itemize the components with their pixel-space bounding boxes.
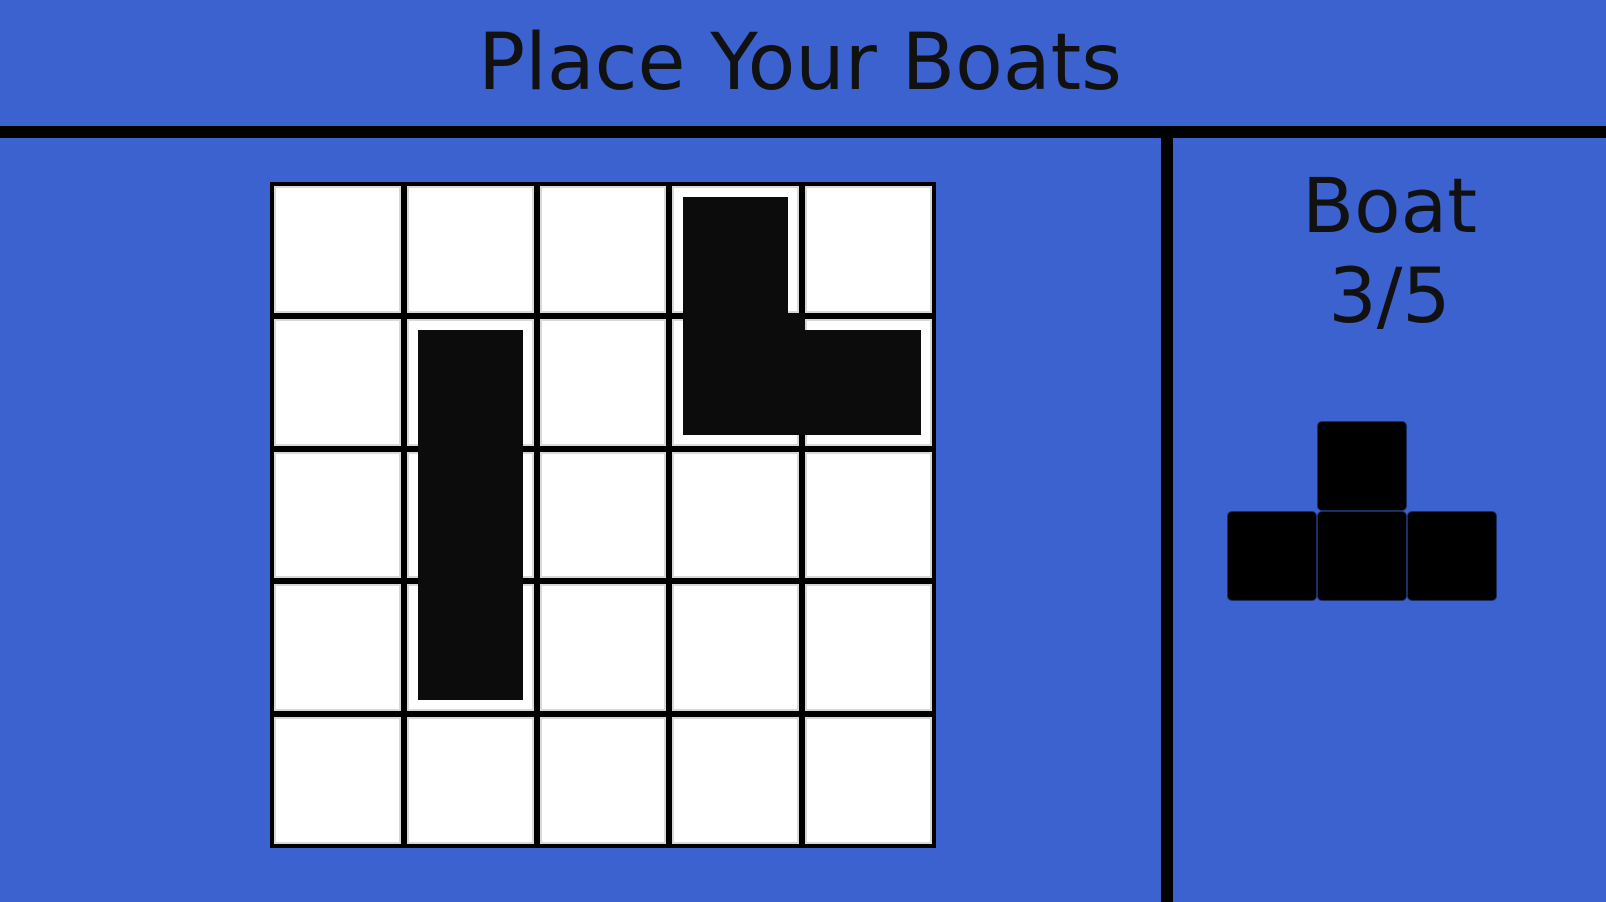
boat-2-segment[interactable] — [799, 329, 921, 435]
boat-1-segment[interactable] — [417, 578, 523, 701]
board-cell-3-4[interactable] — [805, 584, 932, 712]
sidebar: Boat 3/5 — [1173, 138, 1606, 902]
boat-2-segment[interactable] — [683, 197, 789, 319]
preview-boat-cell[interactable] — [1408, 512, 1496, 600]
board-cell-2-2[interactable] — [539, 451, 667, 579]
preview-boat-cell[interactable] — [1318, 512, 1406, 600]
board-cell-4-3[interactable] — [672, 717, 800, 844]
header: Place Your Boats — [0, 0, 1606, 126]
boat-1-segment[interactable] — [417, 329, 523, 452]
board-cell-0-1[interactable] — [406, 186, 534, 313]
board-cell-4-0[interactable] — [274, 717, 401, 844]
board-cell-2-3[interactable] — [672, 451, 800, 579]
board-cell-0-0[interactable] — [274, 186, 401, 313]
boat-2-segment[interactable] — [683, 312, 806, 435]
board-cell-2-0[interactable] — [274, 451, 401, 579]
board-cell-3-2[interactable] — [539, 584, 667, 712]
board-cell-4-1[interactable] — [406, 717, 534, 844]
page-title: Place Your Boats — [478, 18, 1122, 108]
preview-boat-cell[interactable] — [1318, 422, 1406, 510]
header-divider — [0, 126, 1606, 138]
board-grid[interactable] — [274, 186, 932, 844]
board-cell-3-0[interactable] — [274, 584, 401, 712]
game-board[interactable] — [270, 182, 936, 848]
board-cell-1-0[interactable] — [274, 318, 401, 446]
board-cell-3-3[interactable] — [672, 584, 800, 712]
board-cell-1-2[interactable] — [539, 318, 667, 446]
board-cell-0-2[interactable] — [539, 186, 667, 313]
preview-boat-cell[interactable] — [1228, 512, 1316, 600]
boat-1-segment[interactable] — [417, 445, 523, 585]
board-cell-2-4[interactable] — [805, 451, 932, 579]
board-cell-4-4[interactable] — [805, 717, 932, 844]
sidebar-divider — [1161, 138, 1173, 902]
boat-label: Boat — [1301, 161, 1477, 250]
board-cell-4-2[interactable] — [539, 717, 667, 844]
board-cell-0-4[interactable] — [805, 186, 932, 313]
boat-counter: 3/5 — [1328, 251, 1451, 340]
